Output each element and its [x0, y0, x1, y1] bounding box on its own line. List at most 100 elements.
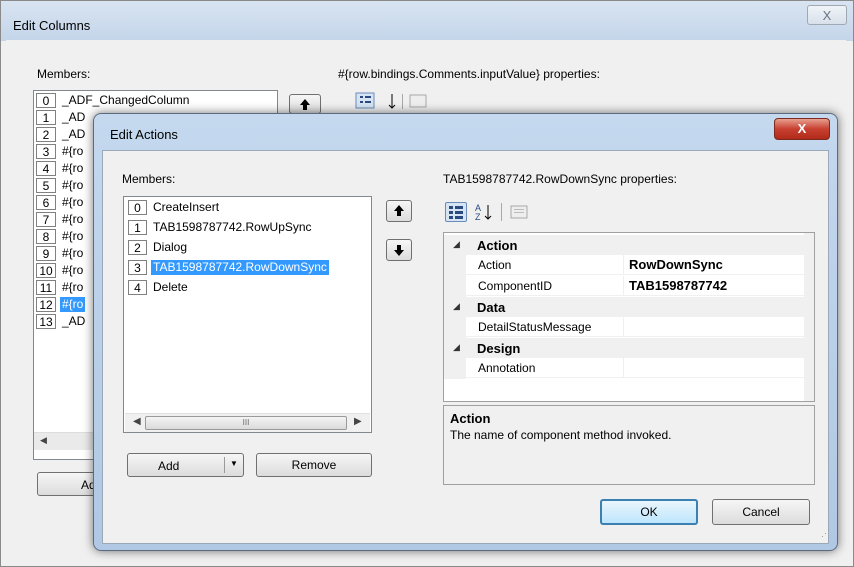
- scroll-right-icon[interactable]: ▶: [354, 416, 362, 427]
- arrow-down-icon: [394, 245, 404, 256]
- property-row[interactable]: Annotation: [444, 358, 814, 379]
- edit-actions-close-button[interactable]: X: [774, 118, 830, 140]
- property-grid[interactable]: ◢ Action Action RowDownSync ComponentID …: [443, 232, 815, 402]
- list-item-index: 12: [36, 297, 56, 312]
- category-label: Data: [477, 300, 506, 315]
- collapse-triangle-icon[interactable]: ◢: [453, 342, 460, 353]
- remove-button[interactable]: Remove: [256, 453, 372, 477]
- list-item-label: _AD: [62, 110, 86, 124]
- list-item-label: #{ro: [62, 212, 84, 226]
- property-description-panel: Action The name of component method invo…: [443, 405, 815, 485]
- category-label: Action: [477, 238, 518, 253]
- category-row-design[interactable]: ◢ Design: [444, 338, 814, 358]
- list-item-label: #{ro: [62, 178, 84, 192]
- arrow-up-icon: [394, 205, 404, 216]
- property-row[interactable]: DetailStatusMessage: [444, 317, 814, 338]
- list-item-label: CreateInsert: [153, 200, 220, 214]
- resize-grip-icon[interactable]: ⋰: [821, 528, 830, 539]
- list-item[interactable]: 0 CreateInsert: [128, 199, 368, 216]
- edit-actions-members-list[interactable]: 0 CreateInsert 1 TAB1598787742.RowUpSync 2…: [123, 196, 372, 433]
- categorized-icon: [449, 206, 463, 219]
- categorized-view-button[interactable]: [445, 202, 467, 222]
- property-row[interactable]: Action RowDownSync: [444, 255, 814, 276]
- cancel-button[interactable]: Cancel: [712, 499, 810, 525]
- list-item-index: 7: [36, 212, 56, 227]
- collapse-triangle-icon[interactable]: ◢: [453, 301, 460, 312]
- list-item-index: 5: [36, 178, 56, 193]
- property-pages-icon: [510, 205, 528, 219]
- list-item-label: #{ro: [60, 297, 86, 312]
- list-item[interactable]: 2 Dialog: [128, 239, 368, 256]
- list-item-label: _ADF_ChangedColumn: [62, 93, 190, 107]
- list-item-label: Dialog: [153, 240, 188, 254]
- add-button-label: Add: [158, 459, 180, 473]
- edit-columns-move-up-button[interactable]: [289, 94, 321, 114]
- description-title: Action: [450, 411, 491, 426]
- move-down-button[interactable]: [386, 239, 412, 261]
- list-item-index: 4: [36, 161, 56, 176]
- category-row-data[interactable]: ◢ Data: [444, 297, 814, 317]
- list-item-index: 3: [128, 260, 147, 275]
- move-up-button[interactable]: [386, 200, 412, 222]
- list-item-index: 1: [128, 220, 147, 235]
- property-name: Action: [466, 255, 624, 275]
- row-gutter: [444, 276, 466, 297]
- edit-actions-title: Edit Actions: [110, 127, 178, 142]
- list-item-label: Delete: [153, 280, 188, 294]
- list-item-index: 9: [36, 246, 56, 261]
- property-name: Annotation: [466, 358, 624, 378]
- property-row[interactable]: ComponentID TAB1598787742: [444, 276, 814, 297]
- edit-actions-properties-label: TAB1598787742.RowDownSync properties:: [443, 172, 677, 186]
- property-grid-scrollbar[interactable]: [804, 233, 814, 401]
- row-gutter: [444, 358, 466, 379]
- dropdown-arrow-icon[interactable]: ▼: [230, 459, 238, 468]
- list-item-index: 2: [36, 127, 56, 142]
- property-pages-button[interactable]: [509, 203, 529, 221]
- ok-button[interactable]: OK: [600, 499, 698, 525]
- list-item-index: 1: [36, 110, 56, 125]
- property-name: DetailStatusMessage: [466, 317, 624, 337]
- edit-columns-members-label: Members:: [37, 67, 91, 81]
- alphabetical-sort-button[interactable]: A Z: [473, 202, 495, 222]
- list-item-index: 0: [128, 200, 147, 215]
- row-gutter: [444, 255, 466, 276]
- property-value[interactable]: [624, 317, 804, 337]
- arrow-up-icon: [300, 99, 310, 110]
- list-item-index: 8: [36, 229, 56, 244]
- edit-columns-title: Edit Columns: [13, 18, 91, 33]
- list-item-label: _AD: [62, 314, 86, 328]
- property-value[interactable]: [624, 358, 804, 378]
- list-item-label: #{ro: [62, 144, 84, 158]
- scroll-left-icon[interactable]: ◀: [40, 435, 47, 446]
- edit-columns-properties-label: #{row.bindings.Comments.inputValue} prop…: [338, 67, 600, 81]
- list-item-label: _AD: [62, 127, 86, 141]
- edit-actions-horizontal-scrollbar[interactable]: ◀ III ▶: [125, 413, 370, 432]
- property-value[interactable]: TAB1598787742: [624, 276, 804, 296]
- list-item-index: 10: [36, 263, 56, 278]
- list-item[interactable]: 3 TAB1598787742.RowDownSync: [128, 259, 368, 276]
- add-split-button[interactable]: Add ▼: [127, 453, 244, 477]
- category-row-action[interactable]: ◢ Action: [444, 235, 814, 255]
- edit-columns-property-toolbar: [354, 90, 444, 112]
- list-item[interactable]: 1 TAB1598787742.RowUpSync: [128, 219, 368, 236]
- scroll-thumb[interactable]: III: [145, 416, 347, 430]
- category-label: Design: [477, 341, 521, 356]
- list-item-index: 6: [36, 195, 56, 210]
- list-item-index: 13: [36, 314, 56, 329]
- list-item-index: 2: [128, 240, 147, 255]
- list-item-label: #{ro: [62, 246, 84, 260]
- scroll-left-icon[interactable]: ◀: [133, 416, 141, 427]
- property-value[interactable]: RowDownSync: [624, 255, 804, 275]
- split-separator: [224, 457, 225, 473]
- collapse-triangle-icon[interactable]: ◢: [453, 239, 460, 250]
- edit-columns-titlebar: Edit Columns X: [1, 1, 853, 41]
- list-item-label: #{ro: [62, 280, 84, 294]
- description-text: The name of component method invoked.: [450, 428, 672, 442]
- sort-az-icon: A Z: [475, 203, 492, 222]
- toolbar-separator: [501, 203, 502, 221]
- list-item[interactable]: 4 Delete: [128, 279, 368, 296]
- list-item[interactable]: 0 _ADF_ChangedColumn: [36, 93, 276, 109]
- list-item-label: #{ro: [62, 229, 84, 243]
- edit-columns-close-button[interactable]: X: [807, 5, 847, 25]
- svg-text:Z: Z: [475, 212, 481, 222]
